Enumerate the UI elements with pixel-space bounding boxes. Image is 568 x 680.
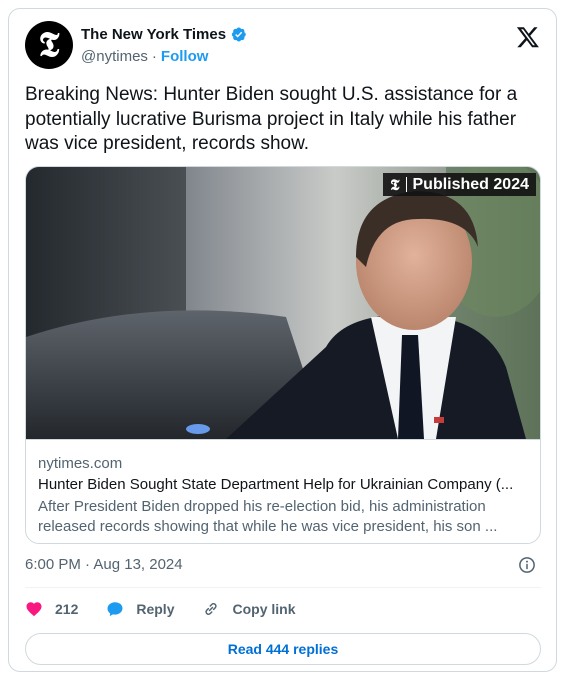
link-title[interactable]: Hunter Biden Sought State Department Hel… [38,475,530,495]
published-label: Published 2024 [412,175,530,193]
article-photo-illustration [26,167,540,439]
tweet-text: Breaking News: Hunter Biden sought U.S. … [25,84,518,154]
reply-button[interactable]: Reply [106,600,174,618]
reply-label: Reply [136,601,175,617]
published-badge: 𝕿 Published 2024 [383,173,536,196]
verified-badge-icon [231,27,246,42]
read-replies-button[interactable]: Read 444 replies [25,633,541,665]
tweet-timestamp[interactable]: 6:00 PM · Aug 13, 2024 [25,556,183,573]
link-meta[interactable]: nytimes.com Hunter Biden Sought State De… [26,439,540,543]
handle-row: @nytimes · Follow [81,48,208,65]
nyt-logo-icon: 𝕿 [390,175,400,194]
display-name[interactable]: The New York Times [81,26,226,43]
article-photo[interactable]: 𝕿 Published 2024 [26,167,540,439]
separator: · [151,48,157,65]
link-domain: nytimes.com [38,455,123,472]
avatar[interactable]: 𝕿 [25,21,73,69]
like-button[interactable]: 212 [25,600,78,618]
like-count: 212 [55,601,79,617]
badge-divider [405,177,407,192]
link-preview-card[interactable]: 𝕿 Published 2024 nytimes.com Hunter Bide… [25,166,541,544]
speech-bubble-icon [107,602,123,617]
action-bar: 212 Reply Copy link [25,597,324,621]
heart-icon [26,602,42,617]
handle[interactable]: @nytimes [81,48,148,65]
link-description: After President Biden dropped his re-ele… [38,498,498,535]
x-logo-icon[interactable] [516,25,540,49]
copy-link-button[interactable]: Copy link [202,600,296,618]
follow-button[interactable]: Follow [161,48,209,65]
info-icon[interactable] [518,556,536,574]
embedded-tweet-card: 𝕿 The New York Times @nytimes · Follow B… [8,8,557,672]
link-icon [205,603,218,615]
divider [25,587,541,588]
copy-link-label: Copy link [232,601,296,617]
name-row: The New York Times [81,26,247,43]
